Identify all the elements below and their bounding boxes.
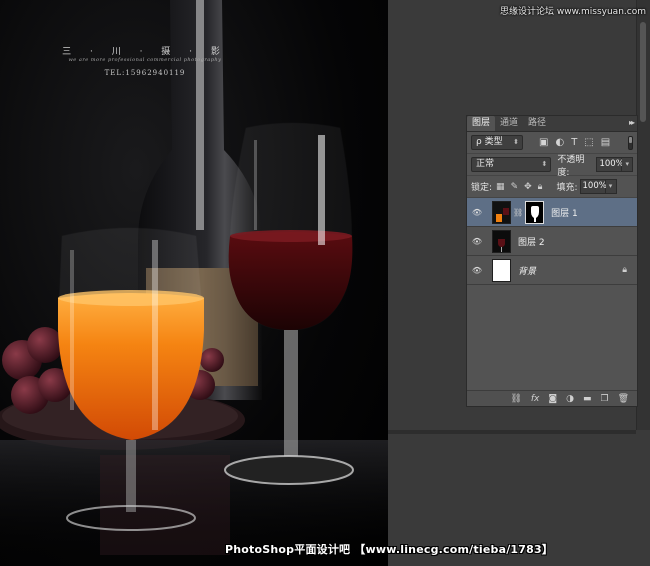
layer-thumbnail[interactable] xyxy=(492,258,511,282)
scrollbar-thumb[interactable] xyxy=(640,22,646,122)
smart-object-filter-icon[interactable]: ▤ xyxy=(601,137,610,148)
studio-name: 三 · 川 · 摄 · 影 xyxy=(62,47,228,57)
layer-mask-thumbnail[interactable] xyxy=(525,200,545,224)
tab-layers[interactable]: 图层 xyxy=(467,116,496,131)
trash-icon[interactable]: 🗑︎ xyxy=(618,394,629,404)
panel-footer: ⛓︎ fx ◙ ◑ ▬ ❐ 🗑︎ xyxy=(467,390,637,406)
filter-row: ρ 类型 ⬍ ▣ ◐ T ⬚ ▤ xyxy=(467,132,637,154)
opacity-dropdown-icon[interactable]: ▾ xyxy=(622,157,633,172)
filter-icons: ▣ ◐ T ⬚ ▤ xyxy=(539,137,610,148)
layer-row-1[interactable]: 👁︎ ⛓︎ 图层 1 xyxy=(467,198,637,227)
vertical-scrollbar[interactable] xyxy=(636,0,650,430)
layer-name[interactable]: 图层 1 xyxy=(551,206,578,219)
fx-icon[interactable]: fx xyxy=(531,394,540,404)
shape-filter-icon[interactable]: ⬚ xyxy=(584,137,593,148)
filter-type-value: ρ 类型 xyxy=(476,137,503,147)
layer-thumbnail[interactable] xyxy=(492,229,511,253)
add-mask-icon[interactable]: ◙ xyxy=(548,394,557,404)
panel-menu-icon[interactable]: ▸▸ xyxy=(629,118,635,127)
lock-all-icon[interactable]: 🔒︎ xyxy=(538,182,543,192)
chevron-down-icon: ⬍ xyxy=(541,160,548,168)
opacity-input[interactable]: 100% xyxy=(596,157,624,172)
blend-row: 正常 ⬍ 不透明度: 100% ▾ xyxy=(467,154,637,178)
lock-label: 锁定: xyxy=(471,183,493,193)
layer-name[interactable]: 图层 2 xyxy=(518,235,545,248)
fill-input[interactable]: 100% xyxy=(579,179,607,194)
lock-position-icon[interactable]: ✥ xyxy=(524,182,532,192)
lock-transparent-icon[interactable]: ▦ xyxy=(496,182,505,192)
document-canvas[interactable]: 三 · 川 · 摄 · 影 we are more professional c… xyxy=(0,0,388,566)
filter-toggle[interactable] xyxy=(628,136,633,150)
layer-row-background[interactable]: 👁︎ 背景 🔒︎ xyxy=(467,256,637,285)
watermark-bottom: PhotoShop平面设计吧 【www.linecg.com/tieba/178… xyxy=(225,543,554,556)
blend-mode-value: 正常 xyxy=(476,159,495,169)
new-group-icon[interactable]: ▬ xyxy=(583,394,592,404)
wine-glass xyxy=(224,123,354,485)
horizontal-scrollbar[interactable] xyxy=(388,430,636,434)
layer-thumbnail[interactable] xyxy=(492,200,511,224)
layers-panel: 图层 通道 路径 ▸▸ ρ 类型 ⬍ ▣ ◐ T ⬚ ▤ 正常 ⬍ 不透明度: … xyxy=(466,115,638,407)
link-icon[interactable]: ⛓︎ xyxy=(513,208,523,217)
lock-row: 锁定: ▦ ✎ ✥ 🔒︎ 填充: 100% ▾ xyxy=(467,176,637,198)
watermark-top: 思缘设计论坛 www.missyuan.com xyxy=(500,7,646,17)
wine-photo xyxy=(0,0,388,566)
chevron-down-icon: ⬍ xyxy=(513,138,519,146)
eye-icon[interactable]: 👁︎ xyxy=(467,237,487,246)
filter-type-select[interactable]: ρ 类型 ⬍ xyxy=(471,135,523,150)
eye-icon[interactable]: 👁︎ xyxy=(467,208,487,217)
fill-dropdown-icon[interactable]: ▾ xyxy=(605,179,617,194)
text-filter-icon[interactable]: T xyxy=(571,137,577,148)
eye-icon[interactable]: 👁︎ xyxy=(467,266,487,275)
tab-paths[interactable]: 路径 xyxy=(523,116,551,131)
adjustment-layer-icon[interactable]: ◑ xyxy=(566,394,574,404)
lock-icons: ▦ ✎ ✥ 🔒︎ xyxy=(496,182,542,192)
opacity-label: 不透明度: xyxy=(557,154,585,178)
lock-pixels-icon[interactable]: ✎ xyxy=(511,182,519,192)
layer-row-2[interactable]: 👁︎ 图层 2 xyxy=(467,227,637,256)
studio-phone: TEL:15962940119 xyxy=(104,69,186,77)
image-filter-icon[interactable]: ▣ xyxy=(539,137,548,148)
adjustment-filter-icon[interactable]: ◐ xyxy=(555,137,564,148)
fill-label: 填充: xyxy=(556,183,578,193)
tab-channels[interactable]: 通道 xyxy=(495,116,523,131)
blend-mode-select[interactable]: 正常 ⬍ xyxy=(471,157,552,172)
studio-tagline: we are more professional commercial phot… xyxy=(68,57,222,63)
link-layers-icon[interactable]: ⛓︎ xyxy=(510,394,521,404)
new-layer-icon[interactable]: ❐ xyxy=(600,394,608,404)
lock-icon: 🔒︎ xyxy=(622,265,627,275)
layer-name[interactable]: 背景 xyxy=(518,264,536,277)
panel-tabbar: 图层 通道 路径 ▸▸ xyxy=(467,116,637,132)
